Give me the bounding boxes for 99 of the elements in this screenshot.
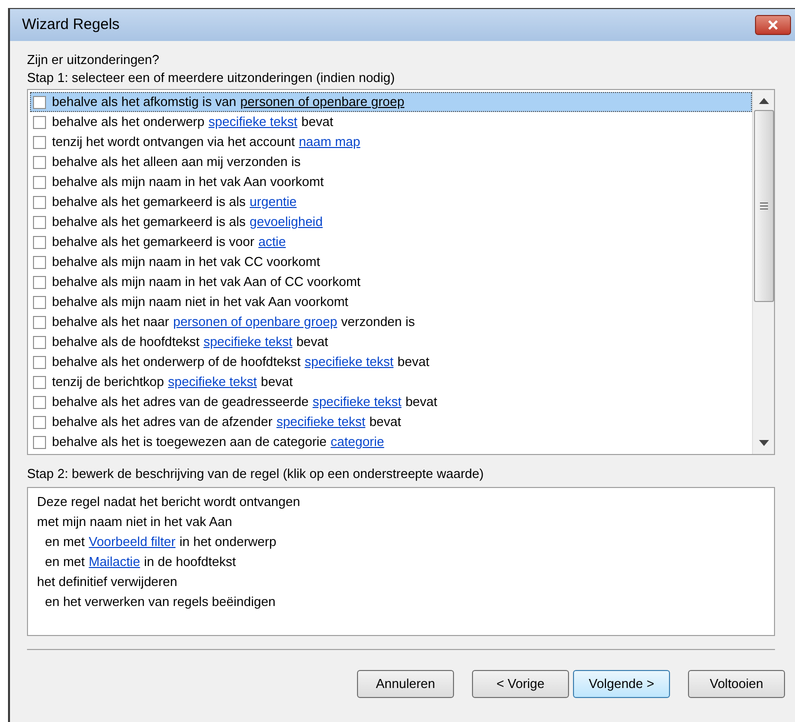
item-text: bevat xyxy=(369,413,402,432)
checkbox[interactable] xyxy=(33,276,46,288)
exception-item[interactable]: tenzij de berichtkop specifieke tekst bevat xyxy=(30,372,752,392)
item-text: behalve als de hoofdtekst xyxy=(52,333,200,352)
item-text: behalve als mijn naam in het vak Aan of CC voorkomt xyxy=(52,273,361,292)
description-text: in het onderwerp xyxy=(179,533,276,552)
scroll-up-icon[interactable] xyxy=(758,98,768,104)
exception-item[interactable]: behalve als het naar personen of openbare groep verzonden is xyxy=(30,312,752,332)
item-text: behalve als mijn naam niet in het vak Aan voorkomt xyxy=(52,293,348,312)
close-icon xyxy=(768,20,778,30)
checkbox[interactable] xyxy=(33,396,46,408)
scrollbar-thumb[interactable] xyxy=(754,110,774,302)
value-link[interactable]: naam map xyxy=(298,132,360,152)
checkbox[interactable] xyxy=(33,136,46,148)
item-text: behalve als het adres van de geadresseerde xyxy=(52,393,309,412)
checkbox[interactable] xyxy=(33,116,46,128)
exception-item[interactable]: behalve als het is toegewezen aan de categorie categorie xyxy=(30,432,752,452)
value-link[interactable]: specifieke tekst xyxy=(312,392,402,412)
wizard-button[interactable]: Volgende > xyxy=(573,670,670,698)
item-text: bevat xyxy=(405,393,438,412)
exception-item[interactable]: behalve als het gemarkeerd is als urgentie xyxy=(30,192,752,212)
exception-item[interactable]: behalve als mijn naam in het vak Aan of CC voorkomt xyxy=(30,272,752,292)
item-text: bevat xyxy=(398,353,430,372)
description-text: en met xyxy=(45,533,85,552)
description-text: Deze regel nadat het bericht wordt ontvangen xyxy=(37,493,300,512)
item-text: tenzij het wordt ontvangen via het account xyxy=(52,133,295,152)
checkbox[interactable] xyxy=(33,376,46,388)
value-link[interactable]: actie xyxy=(258,232,286,252)
exception-item[interactable]: behalve als mijn naam in het vak Aan voorkomt xyxy=(30,172,752,192)
item-text: bevat xyxy=(301,113,334,132)
item-text: tenzij de berichtkop xyxy=(52,373,164,392)
description-text: en met xyxy=(45,553,85,572)
item-text: behalve als het naar xyxy=(52,313,170,332)
item-text: verzonden is xyxy=(341,313,415,332)
checkbox[interactable] xyxy=(33,236,46,248)
item-text: behalve als het gemarkeerd is als xyxy=(52,213,246,232)
value-link[interactable]: personen of openbare groep xyxy=(173,312,338,332)
checkbox[interactable] xyxy=(33,96,46,108)
item-text: behalve als het gemarkeerd is voor xyxy=(52,233,254,252)
item-text: behalve als het afkomstig is van xyxy=(52,93,236,112)
exception-item[interactable]: behalve als het onderwerp of de hoofdtekst specifieke tekst bevat xyxy=(30,352,752,372)
exception-item[interactable]: behalve als het gemarkeerd is voor actie xyxy=(30,232,752,252)
value-link[interactable]: specifieke tekst xyxy=(203,332,292,352)
scroll-down-icon[interactable] xyxy=(758,440,768,446)
item-text: behalve als het onderwerp xyxy=(52,113,204,132)
item-text: behalve als het gemarkeerd is als xyxy=(52,193,246,212)
checkbox[interactable] xyxy=(33,196,46,208)
item-text: bevat xyxy=(260,373,293,392)
scrollbar[interactable] xyxy=(752,90,774,454)
item-text: behalve als mijn naam in het vak CC voorkomt xyxy=(52,253,320,272)
checkbox[interactable] xyxy=(33,256,46,268)
item-text: behalve als het alleen aan mij verzonden is xyxy=(52,153,301,172)
value-link[interactable]: urgentie xyxy=(250,192,297,212)
checkbox[interactable] xyxy=(33,336,46,348)
checkbox[interactable] xyxy=(33,416,46,428)
checkbox[interactable] xyxy=(33,176,46,188)
wizard-button[interactable]: Annuleren xyxy=(357,670,454,698)
checkbox[interactable] xyxy=(33,356,46,368)
exception-item[interactable]: behalve als het gemarkeerd is als gevoeligheid xyxy=(30,212,752,232)
exception-item[interactable]: behalve als het adres van de afzender specifieke tekst bevat xyxy=(30,412,752,432)
item-text: behalve als mijn naam in het vak Aan voorkomt xyxy=(52,173,324,192)
value-link[interactable]: gevoeligheid xyxy=(250,212,323,232)
checkbox[interactable] xyxy=(33,436,46,448)
value-link[interactable]: personen of openbare groep xyxy=(240,92,404,112)
description-text: het definitief verwijderen xyxy=(37,573,178,592)
wizard-button[interactable]: < Vorige xyxy=(472,670,569,698)
item-text: behalve als het is toegewezen aan de categorie xyxy=(52,433,327,452)
step1-label: Stap 1: selecteer een of meerdere uitzonderingen (indien nodig) xyxy=(27,69,396,87)
exception-item[interactable]: behalve als het onderwerp specifieke tekst bevat xyxy=(30,112,752,132)
value-link[interactable]: Voorbeeld filter xyxy=(88,532,176,552)
checkbox[interactable] xyxy=(33,316,46,328)
checkbox[interactable] xyxy=(33,216,46,228)
exception-item[interactable]: behalve als de hoofdtekst specifieke tekst bevat xyxy=(30,332,752,352)
description-text: in de hoofdtekst xyxy=(144,553,236,572)
wizard-button[interactable]: Voltooien xyxy=(688,670,785,698)
description-text: en het verwerken van regels beëindigen xyxy=(45,593,276,612)
description-text: met mijn naam niet in het vak Aan xyxy=(37,513,232,532)
grip-icon xyxy=(760,202,768,210)
value-link[interactable]: categorie xyxy=(330,432,384,452)
value-link[interactable]: Mailactie xyxy=(88,552,140,572)
exception-item[interactable]: tenzij het wordt ontvangen via het account naam map xyxy=(30,132,752,152)
checkbox[interactable] xyxy=(33,156,46,168)
exception-item[interactable]: behalve als het afkomstig is van personen of openbare groep xyxy=(30,92,752,112)
exception-item[interactable]: behalve als mijn naam niet in het vak Aan voorkomt xyxy=(30,292,752,312)
value-link[interactable]: specifieke tekst xyxy=(168,372,257,392)
exception-item[interactable]: behalve als het adres van de geadresseerde specifieke tekst bevat xyxy=(30,392,752,412)
item-text: bevat xyxy=(296,333,328,352)
exception-item[interactable]: behalve als mijn naam in het vak CC voorkomt xyxy=(30,252,752,272)
value-link[interactable]: specifieke tekst xyxy=(276,412,366,432)
value-link[interactable]: specifieke tekst xyxy=(304,352,394,372)
checkbox[interactable] xyxy=(33,296,46,308)
window-title: Wizard Regels xyxy=(22,14,120,35)
item-text: behalve als het adres van de afzender xyxy=(52,413,272,432)
close-button[interactable] xyxy=(755,15,791,35)
exception-item[interactable]: behalve als het alleen aan mij verzonden is xyxy=(30,152,752,172)
step2-label: Stap 2: bewerk de beschrijving van de regel (klik op een onderstreepte waarde) xyxy=(27,465,485,483)
item-text: behalve als het onderwerp of de hoofdtekst xyxy=(52,353,301,372)
question-label: Zijn er uitzonderingen? xyxy=(27,51,160,69)
value-link[interactable]: specifieke tekst xyxy=(208,112,298,132)
